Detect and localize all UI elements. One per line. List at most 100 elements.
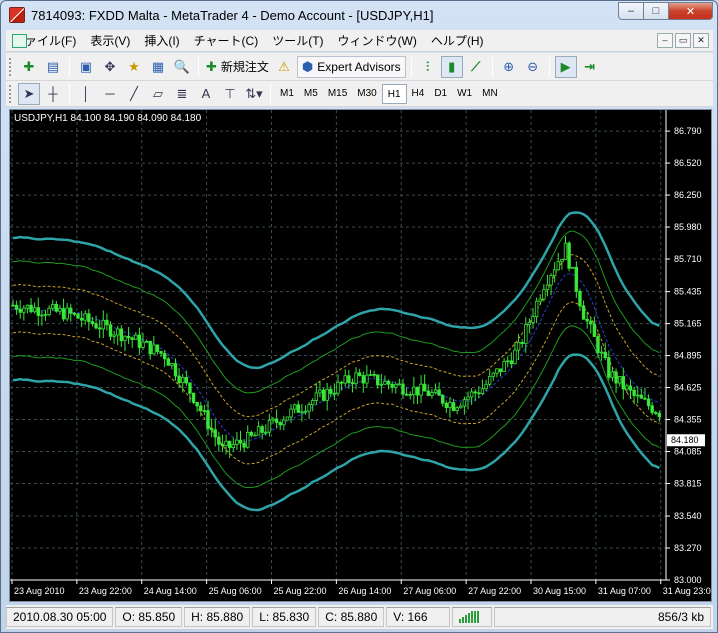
toolbar-grip[interactable] bbox=[9, 57, 13, 76]
timeframe-mn[interactable]: MN bbox=[477, 84, 503, 104]
toolbar-separator bbox=[69, 56, 70, 77]
price-axis-label: 84.355 bbox=[674, 415, 702, 425]
line-chart-button[interactable]: ⟋ bbox=[465, 56, 487, 78]
candle bbox=[603, 342, 607, 361]
crosshair-tool-button[interactable]: ┼ bbox=[42, 83, 64, 105]
candle bbox=[524, 317, 528, 353]
candle bbox=[148, 340, 152, 360]
candle bbox=[29, 298, 33, 314]
arrows-dropdown-button[interactable]: ⇅▾ bbox=[243, 83, 265, 105]
menu-insert[interactable]: 挿入(I) bbox=[137, 32, 186, 49]
bar-chart-icon: ⫶ bbox=[426, 58, 430, 74]
candle bbox=[636, 386, 640, 404]
timeframe-d1[interactable]: D1 bbox=[429, 84, 452, 104]
menu-view[interactable]: 表示(V) bbox=[83, 32, 137, 49]
candle bbox=[441, 394, 445, 407]
chart-shift-icon: ⇥ bbox=[584, 58, 596, 74]
timeframe-w1[interactable]: W1 bbox=[452, 84, 477, 104]
zoom-in-icon: ⊕ bbox=[503, 58, 515, 74]
candle bbox=[260, 424, 264, 440]
bar-chart-button[interactable]: ⫶ bbox=[417, 56, 439, 78]
candle bbox=[246, 425, 250, 449]
mdi-close-button[interactable]: ✕ bbox=[693, 33, 709, 48]
candle bbox=[314, 382, 319, 405]
cursor-arrow-icon: ➤ bbox=[23, 85, 35, 101]
candle bbox=[116, 326, 120, 346]
menu-chart[interactable]: チャート(C) bbox=[187, 32, 266, 49]
price-axis-label: 86.520 bbox=[674, 158, 702, 168]
timeframe-h1[interactable]: H1 bbox=[381, 83, 407, 104]
candle bbox=[36, 297, 40, 326]
candle bbox=[462, 396, 467, 415]
price-axis-label: 85.165 bbox=[674, 319, 702, 329]
fibonacci-icon: ≣ bbox=[176, 85, 188, 101]
candle bbox=[444, 400, 449, 413]
price-axis-label: 83.270 bbox=[674, 543, 702, 553]
title-bar[interactable]: 7814093: FXDD Malta - MetaTrader 4 - Dem… bbox=[1, 1, 717, 29]
maximize-button[interactable]: □ bbox=[644, 2, 669, 20]
expert-advisors-button[interactable]: ⬢ Expert Advisors bbox=[296, 55, 406, 78]
strategy-tester-button[interactable]: 🔍 bbox=[171, 56, 193, 78]
candle bbox=[487, 368, 492, 387]
candle bbox=[426, 384, 430, 397]
new-order-button[interactable]: ✚ 新規注文 bbox=[204, 56, 271, 78]
text-label-button[interactable]: ⊤ bbox=[219, 83, 241, 105]
candle bbox=[47, 305, 51, 317]
current-price-label: 84.180 bbox=[671, 435, 699, 445]
new-order-label: 新規注文 bbox=[220, 60, 269, 74]
timeframe-h4[interactable]: H4 bbox=[407, 84, 430, 104]
data-window-button[interactable]: ✥ bbox=[99, 56, 121, 78]
time-axis-label: 27 Aug 06:00 bbox=[403, 586, 456, 596]
zoom-out-button[interactable]: ⊖ bbox=[522, 56, 544, 78]
crosshair-target-icon: ✥ bbox=[104, 58, 116, 74]
candlestick-button[interactable]: ▮ bbox=[440, 55, 463, 78]
candle bbox=[495, 368, 499, 378]
mdi-restore-button[interactable]: ▭ bbox=[675, 33, 691, 48]
trendline-button[interactable]: ╱ bbox=[123, 83, 145, 105]
candle bbox=[155, 344, 160, 355]
zoom-in-button[interactable]: ⊕ bbox=[498, 56, 520, 78]
terminal-button[interactable]: ▦ bbox=[147, 56, 169, 78]
chart-grid bbox=[10, 110, 666, 581]
timeframe-m30[interactable]: M30 bbox=[352, 84, 381, 104]
auto-scroll-button[interactable]: ▶ bbox=[554, 55, 577, 78]
navigator-button[interactable]: ★ bbox=[123, 56, 145, 78]
market-watch-button[interactable]: ▣ bbox=[75, 56, 97, 78]
toolbar-separator bbox=[491, 56, 493, 77]
profiles-button[interactable]: ▤ bbox=[42, 56, 64, 78]
text-tool-button[interactable]: A bbox=[195, 83, 217, 105]
timeframe-m1[interactable]: M1 bbox=[275, 84, 299, 104]
equidistant-channel-button[interactable]: ▱ bbox=[147, 83, 169, 105]
time-axis-label: 25 Aug 06:00 bbox=[209, 586, 262, 596]
menu-tools[interactable]: ツール(T) bbox=[265, 32, 330, 49]
price-chart[interactable]: 86.790 86.520 86.250 85.980 85.710 85.435 85.1… bbox=[9, 109, 712, 602]
candle bbox=[368, 369, 373, 377]
chart-canvas[interactable]: 86.790 86.520 86.250 85.980 85.710 85.435 85.1… bbox=[10, 110, 711, 601]
connection-status[interactable] bbox=[452, 607, 493, 627]
new-chart-button[interactable]: ✚ bbox=[18, 56, 40, 78]
timeframe-m15[interactable]: M15 bbox=[323, 84, 352, 104]
timeframe-m5[interactable]: M5 bbox=[299, 84, 323, 104]
mdi-minimize-button[interactable]: – bbox=[657, 33, 673, 48]
toolbar-grip[interactable] bbox=[9, 84, 13, 103]
candle bbox=[22, 305, 26, 321]
chart-shift-button[interactable]: ⇥ bbox=[579, 56, 601, 78]
close-button[interactable]: ✕ bbox=[669, 2, 713, 20]
status-bar: 2010.08.30 05:00 O: 85.850 H: 85.880 L: … bbox=[6, 605, 713, 629]
candle bbox=[498, 368, 503, 377]
horizontal-line-button[interactable]: ─ bbox=[99, 83, 121, 105]
chart-window-icon[interactable] bbox=[12, 34, 27, 48]
candle bbox=[397, 378, 402, 386]
fibonacci-button[interactable]: ≣ bbox=[171, 83, 193, 105]
candle bbox=[361, 371, 365, 393]
vertical-line-button[interactable]: │ bbox=[75, 83, 97, 105]
candle bbox=[267, 413, 272, 437]
menu-help[interactable]: ヘルプ(H) bbox=[424, 32, 491, 49]
candle bbox=[419, 375, 423, 404]
cursor-tool-button[interactable]: ➤ bbox=[18, 82, 40, 105]
candle bbox=[448, 396, 452, 418]
menu-window[interactable]: ウィンドウ(W) bbox=[331, 32, 424, 49]
minimize-button[interactable]: – bbox=[618, 2, 644, 20]
alert-button[interactable]: ⚠ bbox=[273, 56, 295, 78]
candle bbox=[589, 317, 593, 334]
